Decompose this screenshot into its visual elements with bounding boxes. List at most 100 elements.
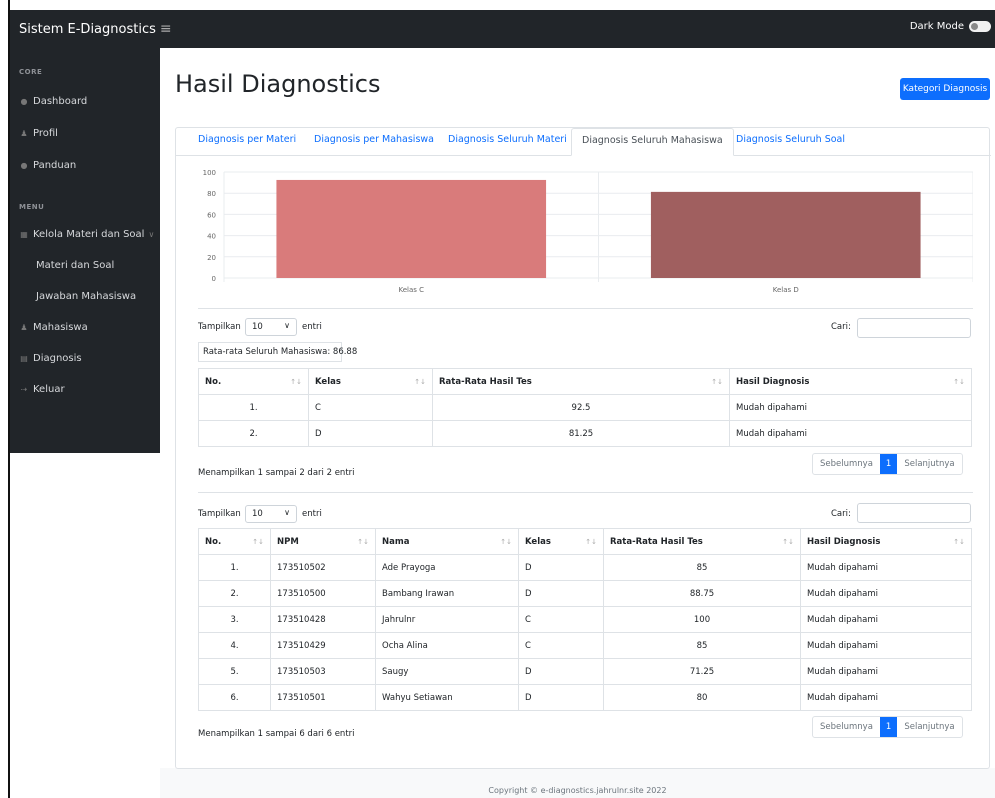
- cell-hasil: Mudah dipahami: [800, 554, 972, 581]
- dark-mode-toggle[interactable]: Dark Mode: [910, 21, 991, 32]
- tab-diagnosis-seluruh-soal[interactable]: Diagnosis Seluruh Soal: [736, 134, 845, 145]
- cell-hasil: Mudah dipahami: [729, 420, 972, 447]
- table2-length-value: 10: [252, 509, 263, 519]
- sidebar-item-keluar[interactable]: ⇢ Keluar: [19, 384, 65, 395]
- cell-rata-rata: 85: [603, 554, 801, 581]
- cell-no: 6.: [198, 684, 271, 711]
- sidebar-item-label: Panduan: [33, 160, 77, 171]
- tab-diagnosis-per-materi[interactable]: Diagnosis per Materi: [198, 134, 296, 145]
- cell-rata-rata: 88.75: [603, 580, 801, 607]
- cell-nama: Jahrulnr: [375, 606, 519, 633]
- tab-diagnosis-seluruh-mahasiswa[interactable]: Diagnosis Seluruh Mahasiswa: [571, 128, 734, 156]
- sidebar-item-profil[interactable]: ♟ Profil: [19, 128, 58, 139]
- y-tick-label: 80: [207, 190, 216, 198]
- table-header-row: No. ↑↓ NPM ↑↓ Nama ↑↓ Kelas ↑↓ Rata-Rata Has…: [198, 528, 972, 555]
- student-results-table: No. ↑↓ NPM ↑↓ Nama ↑↓ Kelas ↑↓ Rata-Rata Has…: [198, 528, 972, 711]
- dark-mode-label: Dark Mode: [909, 21, 964, 32]
- table-row: 2. D 81.25 Mudah dipahami: [198, 420, 972, 447]
- column-header[interactable]: No. ↑↓: [198, 528, 271, 555]
- class-results-table: No. ↑↓ Kelas ↑↓ Rata-Rata Hasil Tes ↑↓ Hasi…: [198, 368, 972, 447]
- table2-pagination: Sebelumnya 1 Selanjutnya: [812, 716, 963, 738]
- prev-page-button[interactable]: Sebelumnya: [813, 454, 880, 474]
- column-header[interactable]: Rata-Rata Hasil Tes ↑↓: [603, 528, 801, 555]
- cell-hasil: Mudah dipahami: [729, 394, 972, 421]
- sidebar: CORE ● Dashboard ♟ Profil ● Panduan MENU ▦ K…: [10, 48, 160, 453]
- page-1-button[interactable]: 1: [879, 454, 898, 474]
- table-row: 1. 173510502 Ade Prayoga D 85 Mudah dipa…: [198, 554, 972, 581]
- column-header[interactable]: Hasil Diagnosis ↑↓: [800, 528, 972, 555]
- cell-npm: 173510502: [270, 554, 376, 581]
- brand-title[interactable]: Sistem E-Diagnostics: [10, 22, 156, 37]
- sidebar-item-panduan[interactable]: ● Panduan: [19, 160, 77, 171]
- table1-length-select[interactable]: 10 ∨: [245, 318, 297, 336]
- y-tick-label: 0: [212, 275, 216, 283]
- tab-diagnosis-seluruh-materi[interactable]: Diagnosis Seluruh Materi: [448, 134, 567, 145]
- page-1-button[interactable]: 1: [879, 717, 898, 737]
- cell-kelas: C: [518, 606, 604, 633]
- sidebar-item-dashboard[interactable]: ● Dashboard: [19, 96, 88, 107]
- table2-length-select[interactable]: 10 ∨: [245, 505, 297, 523]
- column-header[interactable]: Hasil Diagnosis ↑↓: [729, 368, 972, 395]
- sidebar-item-label: Mahasiswa: [33, 322, 88, 333]
- table1-pagination: Sebelumnya 1 Selanjutnya: [812, 453, 963, 475]
- sidebar-heading-menu: MENU: [19, 203, 45, 211]
- y-tick-label: 20: [207, 254, 216, 262]
- next-page-button[interactable]: Selanjutnya: [897, 454, 961, 474]
- y-tick-label: 100: [203, 169, 216, 177]
- cell-rata-rata: 85: [603, 632, 801, 659]
- cell-rata-rata: 81.25: [432, 420, 730, 447]
- table-row: 3. 173510428 Jahrulnr C 100 Mudah dipaha…: [198, 606, 972, 633]
- sidebar-item-kelola[interactable]: ▦ Kelola Materi dan Soal ∨: [19, 229, 154, 240]
- table2-info: Menampilkan 1 sampai 6 dari 6 entri: [198, 729, 355, 739]
- dashboard-icon: ●: [20, 97, 28, 106]
- page-title: Hasil Diagnostics: [175, 70, 381, 98]
- hamburger-icon[interactable]: ≡: [160, 21, 172, 37]
- sidebar-item-mahasiswa[interactable]: ♟ Mahasiswa: [19, 322, 88, 333]
- dark-mode-switch[interactable]: [969, 21, 991, 32]
- sidebar-item-label: Profil: [33, 128, 58, 139]
- kategori-diagnosis-button[interactable]: Kategori Diagnosis: [900, 78, 990, 100]
- next-page-button[interactable]: Selanjutnya: [897, 717, 961, 737]
- cell-rata-rata: 92.5: [432, 394, 730, 421]
- column-header[interactable]: NPM ↑↓: [270, 528, 376, 555]
- cell-kelas: D: [518, 658, 604, 685]
- cell-npm: 173510428: [270, 606, 376, 633]
- table-row: 2. 173510500 Bambang Irawan D 88.75 Muda…: [198, 580, 972, 607]
- table2-entries-label: entri: [302, 509, 322, 519]
- prev-page-button[interactable]: Sebelumnya: [813, 717, 880, 737]
- results-card: Diagnosis per Materi Diagnosis per Mahas…: [175, 127, 991, 769]
- chevron-down-icon: ∨: [148, 230, 155, 239]
- sidebar-item-diagnosis[interactable]: ▤ Diagnosis: [19, 353, 82, 364]
- header-label: Rata-Rata Hasil Tes: [610, 536, 703, 547]
- column-header[interactable]: Kelas ↑↓: [518, 528, 604, 555]
- cell-rata-rata: 80: [603, 684, 801, 711]
- cell-rata-rata: 71.25: [603, 658, 801, 685]
- chevron-down-icon: ∨: [284, 321, 290, 330]
- table2-search-input[interactable]: [857, 503, 971, 523]
- cell-kelas: D: [518, 684, 604, 711]
- bar-chart: 0 20 40 60 80 100 Kelas C Kelas D: [203, 169, 973, 294]
- cell-no: 3.: [198, 606, 271, 633]
- table-row: 4. 173510429 Ocha Alina C 85 Mudah dipah…: [198, 632, 972, 659]
- table1-search-input[interactable]: [857, 318, 971, 338]
- column-header[interactable]: Rata-Rata Hasil Tes ↑↓: [432, 368, 730, 395]
- header-label: Nama: [382, 536, 410, 547]
- column-header[interactable]: Kelas ↑↓: [308, 368, 433, 395]
- cell-no: 4.: [198, 632, 271, 659]
- table1-info: Menampilkan 1 sampai 2 dari 2 entri: [198, 468, 355, 478]
- table1-search-label: Cari:: [831, 322, 851, 332]
- y-tick-label: 40: [207, 233, 216, 241]
- cell-hasil: Mudah dipahami: [800, 632, 972, 659]
- sort-icon: ↑↓: [290, 378, 302, 386]
- tab-diagnosis-per-mahasiswa[interactable]: Diagnosis per Mahasiswa: [314, 134, 434, 145]
- column-header[interactable]: No. ↑↓: [198, 368, 309, 395]
- cell-kelas: C: [308, 394, 433, 421]
- cell-hasil: Mudah dipahami: [800, 684, 972, 711]
- sidebar-item-label: Diagnosis: [33, 353, 82, 364]
- sidebar-item-materi-soal[interactable]: Materi dan Soal: [36, 260, 114, 271]
- sidebar-item-jawaban[interactable]: Jawaban Mahasiswa: [36, 291, 136, 302]
- column-header[interactable]: Nama ↑↓: [375, 528, 519, 555]
- chevron-down-icon: ∨: [284, 508, 290, 517]
- sort-icon: ↑↓: [500, 538, 512, 546]
- sort-icon: ↑↓: [252, 538, 264, 546]
